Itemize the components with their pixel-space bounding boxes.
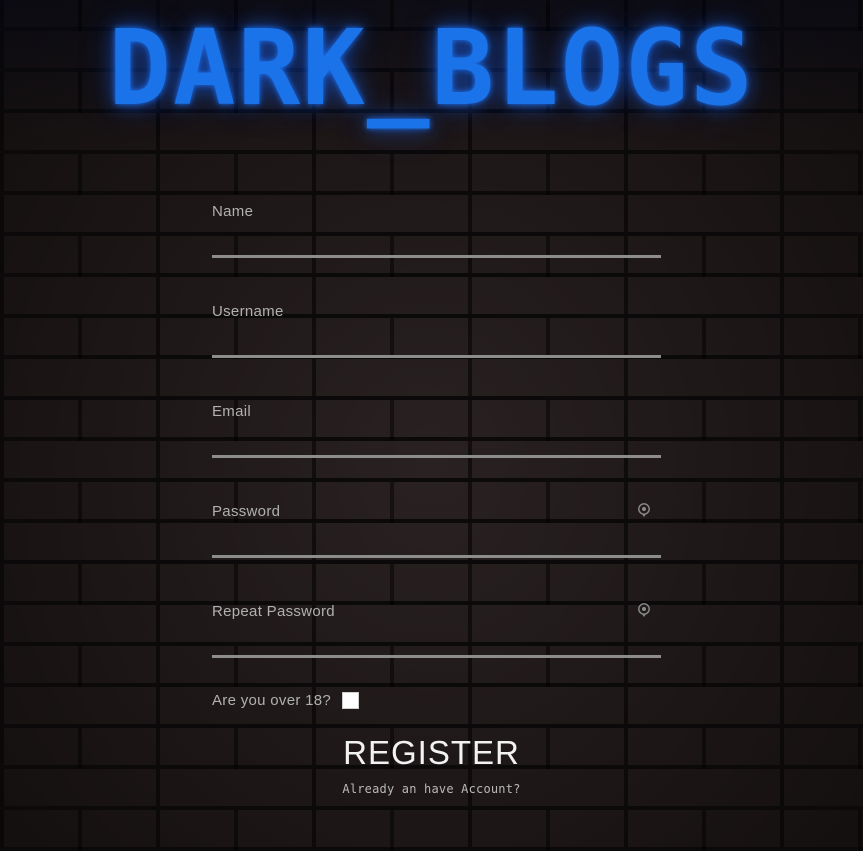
username-label: Username: [212, 303, 284, 320]
repeat-password-label: Repeat Password: [212, 603, 335, 620]
login-link-wrapper: Already an have Account?: [0, 782, 863, 796]
register-button-wrapper: REGISTER: [0, 732, 863, 774]
name-input[interactable]: [212, 225, 661, 258]
age-checkbox[interactable]: [342, 692, 360, 709]
password-label: Password: [212, 503, 281, 520]
login-link[interactable]: Already an have Account?: [342, 782, 520, 796]
repeat-password-input[interactable]: [212, 625, 661, 658]
username-input[interactable]: [212, 325, 661, 358]
email-field-group: Email: [212, 395, 661, 495]
username-field-group: Username: [212, 295, 661, 395]
site-logo: DARK_BLOGS: [108, 7, 755, 129]
name-field-group: Name: [212, 195, 661, 295]
register-form: Name Username Email Password Repeat Pass…: [212, 195, 661, 695]
register-button[interactable]: REGISTER: [343, 734, 520, 771]
repeat-password-field-group: Repeat Password: [212, 595, 661, 695]
age-check-label: Are you over 18?: [212, 692, 332, 709]
email-label: Email: [212, 403, 252, 420]
password-field-group: Password: [212, 495, 661, 595]
email-input[interactable]: [212, 425, 661, 458]
show-repeat-password-icon[interactable]: [637, 602, 651, 618]
password-input[interactable]: [212, 525, 661, 558]
show-password-icon[interactable]: [637, 502, 651, 518]
name-label: Name: [212, 203, 254, 220]
age-check-row: Are you over 18?: [212, 692, 360, 709]
